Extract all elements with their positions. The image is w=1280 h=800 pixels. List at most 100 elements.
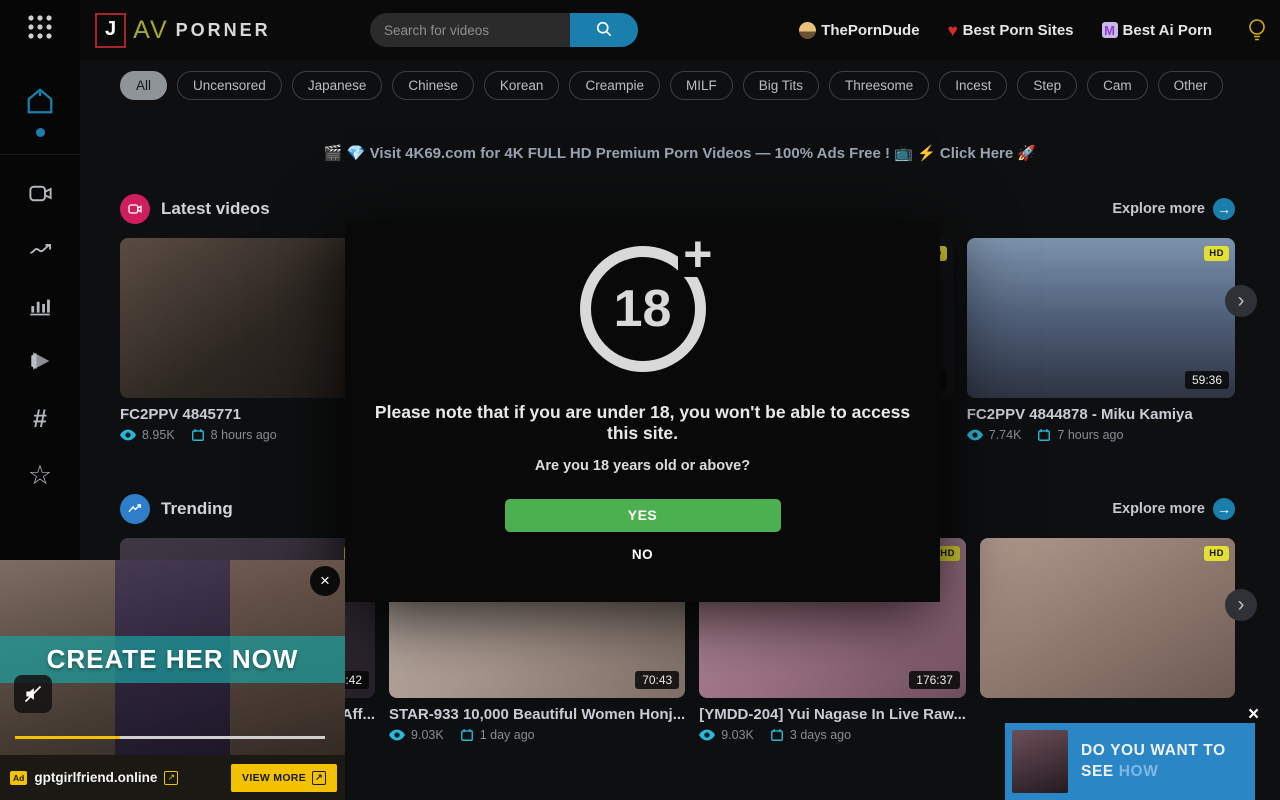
calendar-icon <box>770 728 784 742</box>
promo-banner: 🎬 💎 Visit 4K69.com for 4K FULL HD Premiu… <box>80 144 1280 163</box>
chip-all[interactable]: All <box>120 71 167 100</box>
latest-explore-more[interactable]: Explore more → <box>1112 198 1235 220</box>
link-label: Best Ai Porn <box>1123 22 1212 39</box>
ad-text-line2: SEE <box>1081 763 1114 780</box>
age-question-text: Are you 18 years old or above? <box>535 458 750 474</box>
lightbulb-icon[interactable] <box>1246 17 1268 43</box>
view-more-button[interactable]: VIEW MORE ↗ <box>231 764 337 792</box>
ad-progress-bar[interactable] <box>15 736 325 739</box>
video-camera-badge-icon <box>120 194 150 224</box>
ad-site-link[interactable]: gptgirlfriend.online <box>34 770 157 785</box>
calendar-icon <box>460 728 474 742</box>
sidebar-item-videos[interactable] <box>27 182 54 209</box>
mute-button[interactable] <box>14 675 52 713</box>
chip-uncensored[interactable]: Uncensored <box>177 71 282 100</box>
duration-badge: 59:36 <box>1185 371 1229 389</box>
logo[interactable]: J AV PORNER <box>95 0 271 60</box>
ad-video-area[interactable]: CREATE HER NOW × <box>0 560 345 755</box>
upload-time: 8 hours ago <box>211 428 277 442</box>
link-label: Best Porn Sites <box>963 22 1074 39</box>
ad-close-button[interactable]: × <box>310 566 340 596</box>
sidebar-item-stats[interactable] <box>27 294 53 321</box>
header: J AV PORNER ThePornDude ♥ Best Porn Site… <box>80 0 1280 60</box>
trending-explore-more[interactable]: Explore more → <box>1112 498 1235 520</box>
ad-text: DO YOU WANT TO SEE HOW <box>1081 741 1226 781</box>
chip-other[interactable]: Other <box>1158 71 1224 100</box>
upload-time: 1 day ago <box>480 728 535 742</box>
bar-chart-icon <box>27 292 53 323</box>
no-button[interactable]: NO <box>632 547 653 562</box>
chip-big-tits[interactable]: Big Tits <box>743 71 819 100</box>
sidebar-item-tags[interactable]: # <box>33 406 47 433</box>
chip-incest[interactable]: Incest <box>939 71 1007 100</box>
search-icon <box>594 19 614 42</box>
sidebar-item-favorites[interactable]: ☆ <box>28 462 52 489</box>
carousel-next-button[interactable]: › <box>1225 589 1257 621</box>
latest-section-header: Latest videos Explore more → <box>120 194 1235 224</box>
chip-step[interactable]: Step <box>1017 71 1077 100</box>
views-eye-icon <box>389 729 405 741</box>
logo-j-mark: J <box>95 13 126 48</box>
ad-headline: CREATE HER NOW <box>47 644 299 675</box>
search-bar <box>370 13 638 47</box>
calendar-icon <box>191 428 205 442</box>
hashtag-icon: # <box>33 407 47 432</box>
chip-creampie[interactable]: Creampie <box>569 71 660 100</box>
age-plus-sign: + <box>678 232 717 277</box>
search-button[interactable] <box>570 13 638 47</box>
chip-korean[interactable]: Korean <box>484 71 560 100</box>
video-title[interactable]: STAR-933 10,000 Beautiful Women Honj... <box>389 706 685 723</box>
link-best-porn-sites[interactable]: ♥ Best Porn Sites <box>948 22 1074 39</box>
ad-thumbnail <box>1012 730 1068 793</box>
view-more-label: VIEW MORE <box>242 772 306 784</box>
video-title[interactable]: [YMDD-204] Yui Nagase In Live Raw... <box>699 706 966 723</box>
apps-grid-icon[interactable] <box>26 13 54 46</box>
chip-japanese[interactable]: Japanese <box>292 71 383 100</box>
arrow-right-icon: → <box>1213 498 1235 520</box>
link-theporndude[interactable]: ThePornDude <box>799 22 919 39</box>
video-meta: 7.74K 7 hours ago <box>967 428 1235 442</box>
views-count: 9.03K <box>411 728 444 742</box>
star-icon: ☆ <box>28 462 52 489</box>
muted-speaker-icon <box>23 684 43 704</box>
video-title[interactable]: FC2PPV 4844878 - Miku Kamiya <box>967 406 1235 423</box>
age-18-plus-icon: 18 + <box>580 246 706 372</box>
video-card[interactable]: HD 59:36 FC2PPV 4844878 - Miku Kamiya 7.… <box>967 238 1235 442</box>
logo-av-mark: AV <box>133 16 169 45</box>
views-count: 8.95K <box>142 428 175 442</box>
video-meta: 9.03K 1 day ago <box>389 728 685 742</box>
sidebar-item-home[interactable] <box>25 86 55 137</box>
chip-milf[interactable]: MILF <box>670 71 733 100</box>
video-thumbnail[interactable]: HD 59:36 <box>967 238 1235 398</box>
header-links: ThePornDude ♥ Best Porn Sites M Best Ai … <box>799 0 1268 60</box>
video-ad[interactable]: CREATE HER NOW × Ad gptgirlfriend.online… <box>0 560 345 800</box>
promo-banner-link[interactable]: 🎬 💎 Visit 4K69.com for 4K FULL HD Premiu… <box>324 145 1036 162</box>
upload-time: 7 hours ago <box>1057 428 1123 442</box>
video-thumbnail[interactable]: HD <box>980 538 1235 698</box>
sidebar-item-trending[interactable] <box>27 238 54 265</box>
m-favicon-icon: M <box>1102 22 1118 38</box>
yes-button[interactable]: YES <box>505 499 781 532</box>
section-title: Trending <box>161 499 233 519</box>
views-count: 9.03K <box>721 728 754 742</box>
chip-cam[interactable]: Cam <box>1087 71 1148 100</box>
views-eye-icon <box>699 729 715 741</box>
carousel-next-button[interactable]: › <box>1225 285 1257 317</box>
views-count: 7.74K <box>989 428 1022 442</box>
link-best-ai-porn[interactable]: M Best Ai Porn <box>1102 22 1212 39</box>
category-chips: All Uncensored Japanese Chinese Korean C… <box>80 60 1280 100</box>
upload-time: 3 days ago <box>790 728 851 742</box>
sidebar-item-watched[interactable] <box>26 350 54 377</box>
ad-label-badge: Ad <box>10 771 27 785</box>
ad-text-highlight: HOW <box>1119 763 1159 780</box>
video-card[interactable]: HD <box>980 538 1235 742</box>
chip-threesome[interactable]: Threesome <box>829 71 929 100</box>
right-ad-close-button[interactable]: × <box>1248 704 1259 726</box>
trending-up-icon <box>27 236 54 268</box>
bottom-right-ad[interactable]: DO YOU WANT TO SEE HOW <box>1005 723 1255 800</box>
chip-chinese[interactable]: Chinese <box>392 71 474 100</box>
video-camera-icon <box>27 180 54 212</box>
views-eye-icon <box>120 429 136 441</box>
ad-text-line1: DO YOU WANT TO <box>1081 742 1226 759</box>
search-input[interactable] <box>370 13 570 47</box>
